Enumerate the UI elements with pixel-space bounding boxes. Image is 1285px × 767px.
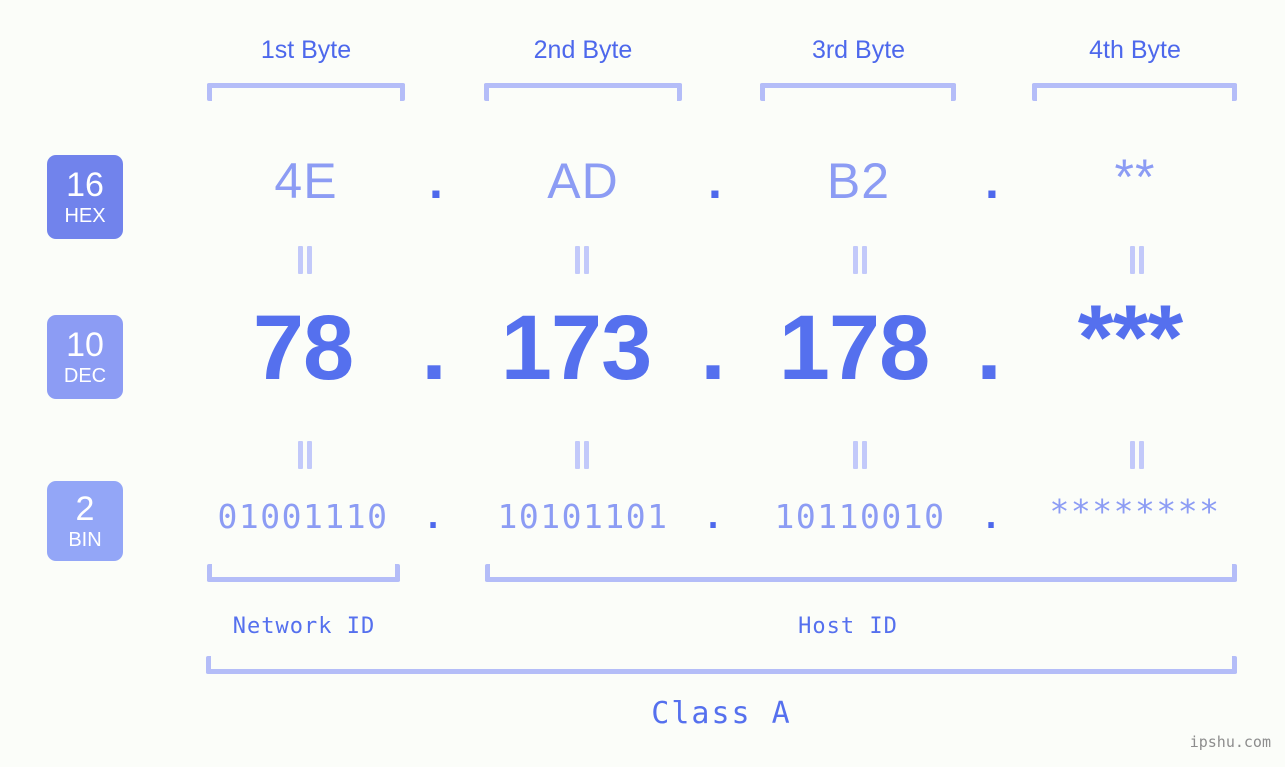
host-id-bracket-icon	[485, 564, 1237, 582]
ip-byte-breakdown-diagram: 1st Byte 2nd Byte 3rd Byte 4th Byte 16 H…	[0, 0, 1285, 767]
equals-connector-hex-dec-4	[1126, 246, 1148, 274]
base-badge-hex: 16 HEX	[47, 155, 123, 239]
dec-byte-1: 78	[252, 297, 354, 399]
equals-connector-hex-dec-1	[294, 246, 316, 274]
bin-byte-4: ********	[1049, 492, 1221, 531]
byte-bracket-3-icon	[760, 83, 956, 101]
bin-byte-2: 10101101	[497, 497, 669, 536]
byte-header-1: 1st Byte	[260, 36, 352, 64]
hex-byte-4: **	[1114, 149, 1156, 205]
class-bracket-icon	[206, 656, 1237, 674]
byte-bracket-2-icon	[484, 83, 682, 101]
bin-byte-3: 10110010	[774, 497, 946, 536]
dec-separator-1: .	[421, 297, 447, 399]
dec-byte-2: 173	[500, 297, 653, 399]
bin-byte-1: 01001110	[217, 497, 389, 536]
byte-header-4: 4th Byte	[1089, 36, 1181, 64]
base-badge-hex-name: HEX	[64, 205, 106, 227]
base-badge-hex-number: 16	[66, 166, 104, 204]
network-id-bracket-icon	[207, 564, 400, 582]
host-id-label: Host ID	[798, 614, 898, 639]
base-badge-dec-number: 10	[66, 326, 104, 364]
hex-byte-1: 4E	[274, 153, 338, 209]
hex-separator-1: .	[429, 153, 443, 209]
hex-byte-3: B2	[826, 153, 891, 209]
equals-connector-dec-bin-4	[1126, 441, 1148, 469]
dec-byte-4: ***	[1077, 287, 1183, 389]
equals-connector-dec-bin-2	[571, 441, 593, 469]
hex-byte-2: AD	[547, 153, 619, 209]
watermark: ipshu.com	[1189, 733, 1271, 751]
dec-byte-3: 178	[778, 297, 931, 399]
byte-header-3: 3rd Byte	[811, 36, 906, 64]
network-id-label: Network ID	[232, 614, 376, 639]
byte-bracket-4-icon	[1032, 83, 1237, 101]
equals-connector-dec-bin-3	[849, 441, 871, 469]
base-badge-bin-name: BIN	[68, 529, 102, 551]
byte-header-2: 2nd Byte	[533, 36, 633, 64]
byte-bracket-1-icon	[207, 83, 405, 101]
dec-separator-2: .	[700, 297, 726, 399]
base-badge-bin-number: 2	[75, 490, 95, 528]
bin-separator-3: .	[981, 497, 1001, 536]
equals-connector-hex-dec-2	[571, 246, 593, 274]
bin-separator-2: .	[703, 497, 723, 536]
hex-separator-3: .	[985, 153, 999, 209]
base-badge-dec: 10 DEC	[47, 315, 123, 399]
class-label: Class A	[651, 696, 792, 731]
hex-separator-2: .	[708, 153, 722, 209]
dec-separator-3: .	[976, 297, 1002, 399]
equals-connector-hex-dec-3	[849, 246, 871, 274]
base-badge-bin: 2 BIN	[47, 481, 123, 561]
equals-connector-dec-bin-1	[294, 441, 316, 469]
base-badge-dec-name: DEC	[63, 365, 107, 387]
bin-separator-1: .	[423, 497, 443, 536]
